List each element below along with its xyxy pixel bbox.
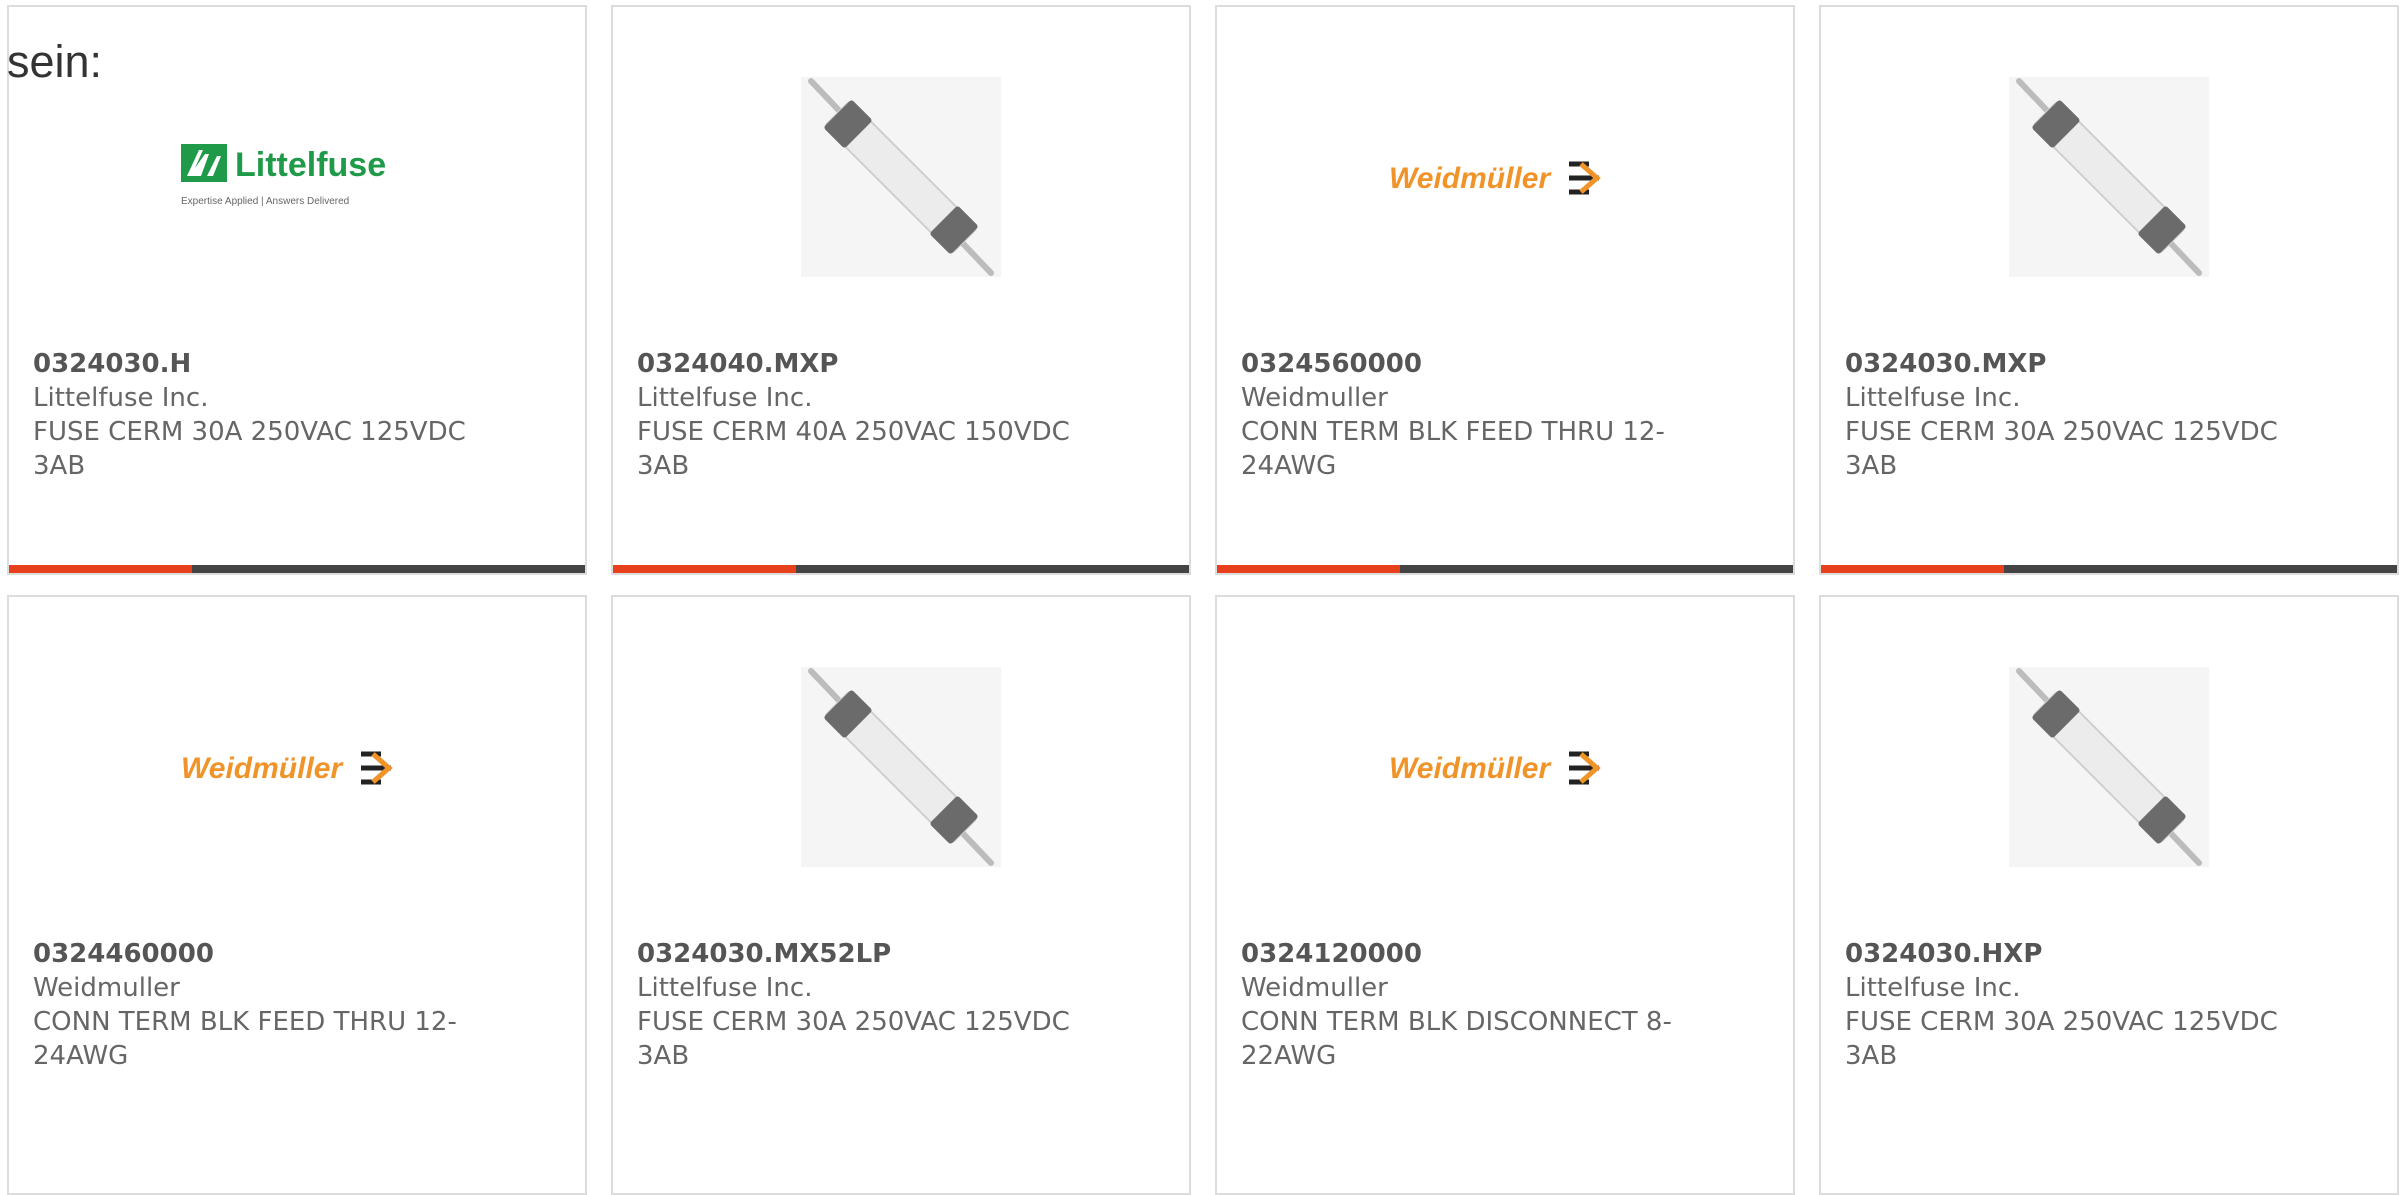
product-info: 0324120000 Weidmuller CONN TERM BLK DISC… bbox=[1241, 937, 1701, 1073]
description-line: 22AWG bbox=[1241, 1041, 1337, 1071]
fuse-icon bbox=[801, 77, 1001, 277]
product-card[interactable]: 0324030.MXP Littelfuse Inc. FUSE CERM 30… bbox=[1819, 5, 2399, 575]
description-line: 24AWG bbox=[33, 1041, 129, 1071]
product-card[interactable]: 0324030.MX52LP Littelfuse Inc. FUSE CERM… bbox=[611, 595, 1191, 1195]
svg-text:Expertise Applied | Answers De: Expertise Applied | Answers Delivered bbox=[181, 196, 349, 207]
manufacturer: Weidmuller bbox=[1241, 973, 1388, 1003]
card-accent-bar bbox=[9, 565, 585, 573]
manufacturer: Weidmuller bbox=[33, 973, 180, 1003]
fuse-icon bbox=[801, 667, 1001, 867]
product-card[interactable]: 0324040.MXP Littelfuse Inc. FUSE CERM 40… bbox=[611, 5, 1191, 575]
card-accent-bar bbox=[1217, 565, 1793, 573]
description-line: 3AB bbox=[1845, 451, 1898, 481]
product-info: 0324030.HXP Littelfuse Inc. FUSE CERM 30… bbox=[1845, 937, 2305, 1073]
manufacturer: Littelfuse Inc. bbox=[33, 383, 209, 413]
svg-text:Weidmüller: Weidmüller bbox=[1389, 162, 1552, 195]
manufacturer: Littelfuse Inc. bbox=[637, 973, 813, 1003]
description-line: 3AB bbox=[637, 1041, 690, 1071]
part-number[interactable]: 0324030.H bbox=[33, 347, 493, 381]
manufacturer: Littelfuse Inc. bbox=[1845, 973, 2021, 1003]
product-image: Weidmüller bbox=[9, 637, 585, 897]
weidmuller-logo-icon: Weidmüller bbox=[181, 751, 393, 785]
product-image: Weidmüller bbox=[1217, 637, 1793, 897]
svg-text:Weidmüller: Weidmüller bbox=[1389, 752, 1552, 785]
part-number[interactable]: 0324120000 bbox=[1241, 937, 1701, 971]
description-line: CONN TERM BLK FEED THRU 12- bbox=[1241, 417, 1665, 447]
description-line: FUSE CERM 40A 250VAC 150VDC bbox=[637, 417, 1070, 447]
card-accent-fill bbox=[9, 565, 192, 573]
card-accent-bar bbox=[613, 565, 1189, 573]
manufacturer: Littelfuse Inc. bbox=[1845, 383, 2021, 413]
product-info: 0324030.H Littelfuse Inc. FUSE CERM 30A … bbox=[33, 347, 493, 483]
product-info: 0324460000 Weidmuller CONN TERM BLK FEED… bbox=[33, 937, 493, 1073]
card-accent-fill bbox=[1217, 565, 1400, 573]
card-accent-fill bbox=[613, 565, 796, 573]
weidmuller-logo-icon: Weidmüller bbox=[1389, 751, 1601, 785]
part-number[interactable]: 0324040.MXP bbox=[637, 347, 1097, 381]
description-line: FUSE CERM 30A 250VAC 125VDC bbox=[1845, 417, 2278, 447]
description-line: 3AB bbox=[1845, 1041, 1898, 1071]
description-line: FUSE CERM 30A 250VAC 125VDC bbox=[637, 1007, 1070, 1037]
description-line: 3AB bbox=[637, 451, 690, 481]
product-image bbox=[613, 47, 1189, 307]
part-number[interactable]: 0324030.MXP bbox=[1845, 347, 2305, 381]
svg-text:Weidmüller: Weidmüller bbox=[181, 752, 344, 785]
manufacturer: Weidmuller bbox=[1241, 383, 1388, 413]
fuse-icon bbox=[2009, 77, 2209, 277]
description-line: 24AWG bbox=[1241, 451, 1337, 481]
description-line: 3AB bbox=[33, 451, 86, 481]
description-line: CONN TERM BLK DISCONNECT 8- bbox=[1241, 1007, 1672, 1037]
product-card[interactable]: Littelfuse Expertise Applied | Answers D… bbox=[7, 5, 587, 575]
lead-text: sein: bbox=[7, 36, 103, 87]
littelfuse-logo-icon: Littelfuse Expertise Applied | Answers D… bbox=[181, 144, 386, 207]
product-card[interactable]: 0324030.HXP Littelfuse Inc. FUSE CERM 30… bbox=[1819, 595, 2399, 1195]
product-info: 0324030.MX52LP Littelfuse Inc. FUSE CERM… bbox=[637, 937, 1097, 1073]
product-info: 0324040.MXP Littelfuse Inc. FUSE CERM 40… bbox=[637, 347, 1097, 483]
product-image bbox=[613, 637, 1189, 897]
product-image: Weidmüller bbox=[1217, 47, 1793, 307]
product-card[interactable]: Weidmüller 0324560000 Weidmuller CONN TE… bbox=[1215, 5, 1795, 575]
product-image bbox=[1821, 637, 2397, 897]
svg-text:Littelfuse: Littelfuse bbox=[235, 146, 386, 184]
part-number[interactable]: 0324560000 bbox=[1241, 347, 1701, 381]
part-number[interactable]: 0324460000 bbox=[33, 937, 493, 971]
part-number[interactable]: 0324030.MX52LP bbox=[637, 937, 1097, 971]
product-grid: Littelfuse Expertise Applied | Answers D… bbox=[7, 5, 2399, 1195]
product-card[interactable]: Weidmüller 0324460000 Weidmuller CONN TE… bbox=[7, 595, 587, 1195]
card-accent-fill bbox=[1821, 565, 2004, 573]
part-number[interactable]: 0324030.HXP bbox=[1845, 937, 2305, 971]
product-card[interactable]: Weidmüller 0324120000 Weidmuller CONN TE… bbox=[1215, 595, 1795, 1195]
weidmuller-logo-icon: Weidmüller bbox=[1389, 161, 1601, 195]
product-info: 0324030.MXP Littelfuse Inc. FUSE CERM 30… bbox=[1845, 347, 2305, 483]
description-line: FUSE CERM 30A 250VAC 125VDC bbox=[33, 417, 466, 447]
card-accent-bar bbox=[1821, 565, 2397, 573]
product-image bbox=[1821, 47, 2397, 307]
fuse-icon bbox=[2009, 667, 2209, 867]
product-info: 0324560000 Weidmuller CONN TERM BLK FEED… bbox=[1241, 347, 1701, 483]
description-line: FUSE CERM 30A 250VAC 125VDC bbox=[1845, 1007, 2278, 1037]
manufacturer: Littelfuse Inc. bbox=[637, 383, 813, 413]
description-line: CONN TERM BLK FEED THRU 12- bbox=[33, 1007, 457, 1037]
